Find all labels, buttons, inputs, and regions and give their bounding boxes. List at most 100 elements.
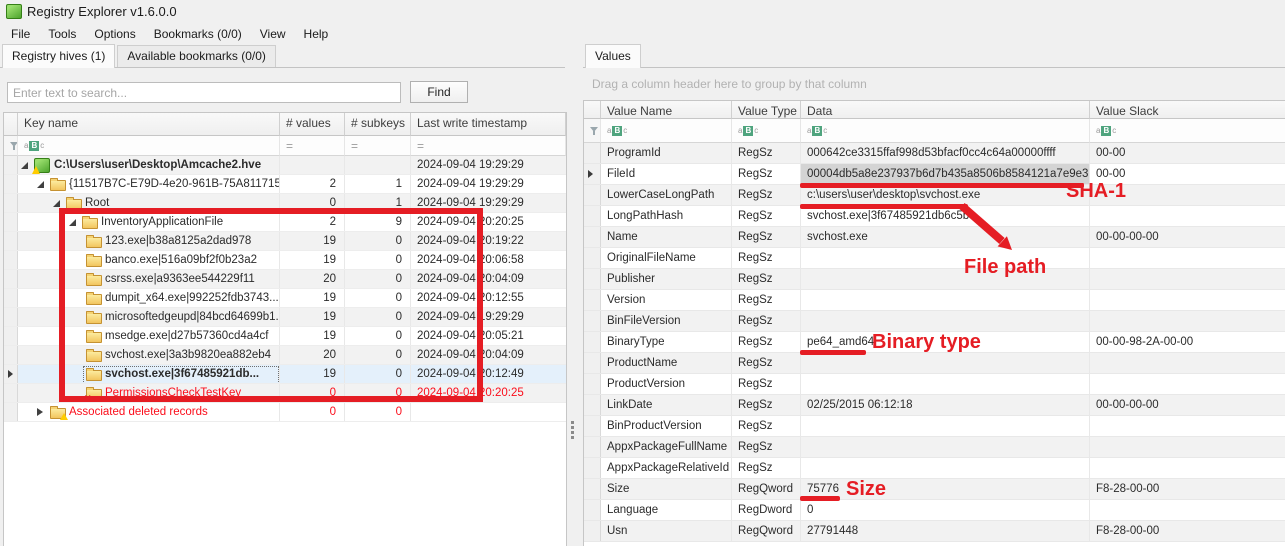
column-header[interactable]: Value Name [601,101,732,119]
data-cell[interactable] [801,269,1090,289]
value-type-cell[interactable]: RegSz [732,164,801,184]
table-row[interactable]: BinProductVersionRegSz [584,416,1285,437]
column-header[interactable]: Value Type [732,101,801,119]
text-filter-icon[interactable]: aBc [738,126,758,136]
group-by-bar[interactable]: Drag a column header here to group by th… [583,68,1285,100]
value-slack-cell[interactable]: F8-28-00-00 [1090,479,1285,499]
data-cell[interactable] [801,290,1090,310]
data-cell[interactable]: svchost.exe|3f67485921db6c5b [801,206,1090,226]
value-slack-cell[interactable] [1090,290,1285,310]
table-row[interactable]: AppxPackageFullNameRegSz [584,437,1285,458]
value-name-cell[interactable]: Usn [601,521,732,541]
table-row[interactable]: FileIdRegSz00004db5a8e237937b6d7b435a850… [584,164,1285,185]
value-slack-cell[interactable] [1090,248,1285,268]
value-name-cell[interactable]: OriginalFileName [601,248,732,268]
data-cell[interactable]: 000642ce3315ffaf998d53bfacf0cc4c64a00000… [801,143,1090,163]
menu-item-file[interactable]: File [2,24,39,44]
value-slack-cell[interactable]: 00-00-98-2A-00-00 [1090,332,1285,352]
menu-item-bookmarks[interactable]: Bookmarks (0/0) [145,24,251,44]
last-write-cell[interactable] [411,403,566,421]
text-filter-icon[interactable]: aBc [1096,126,1116,136]
table-row[interactable]: UsnRegQword27791448F8-28-00-00 [584,521,1285,542]
value-type-cell[interactable]: RegDword [732,500,801,520]
expander-icon[interactable] [37,408,43,416]
value-slack-cell[interactable]: 00-00-00-00 [1090,227,1285,247]
equals-filter-icon[interactable]: = [417,139,424,153]
data-cell[interactable] [801,437,1090,457]
menu-item-help[interactable]: Help [295,24,338,44]
table-row[interactable]: ProgramIdRegSz000642ce3315ffaf998d53bfac… [584,143,1285,164]
tree-row[interactable]: {11517B7C-E79D-4e20-961B-75A811715...212… [4,175,566,194]
value-name-cell[interactable]: AppxPackageRelativeId [601,458,732,478]
data-cell[interactable]: 02/25/2015 06:12:18 [801,395,1090,415]
value-name-cell[interactable]: Language [601,500,732,520]
text-filter-icon[interactable]: aBc [807,126,827,136]
filter-cell[interactable]: = [345,136,411,156]
data-cell[interactable] [801,374,1090,394]
num-values-cell[interactable]: 2 [280,175,345,193]
num-values-cell[interactable] [280,156,345,174]
last-write-cell[interactable]: 2024-09-04 19:29:29 [411,175,566,193]
num-subkeys-cell[interactable] [345,156,411,174]
key-name-cell[interactable]: C:\Users\user\Desktop\Amcache2.hve [18,156,280,174]
tree-row[interactable]: C:\Users\user\Desktop\Amcache2.hve2024-0… [4,156,566,175]
column-header[interactable]: # subkeys [345,113,411,136]
value-name-cell[interactable]: ProductName [601,353,732,373]
table-row[interactable]: PublisherRegSz [584,269,1285,290]
value-name-cell[interactable]: Size [601,479,732,499]
value-type-cell[interactable]: RegSz [732,206,801,226]
value-type-cell[interactable]: RegQword [732,479,801,499]
value-type-cell[interactable]: RegSz [732,185,801,205]
equals-filter-icon[interactable]: = [351,139,358,153]
num-subkeys-cell[interactable]: 0 [345,403,411,421]
tab-values[interactable]: Values [585,44,641,68]
column-header[interactable]: Data [801,101,1090,119]
filter-cell[interactable]: = [280,136,345,156]
value-type-cell[interactable]: RegSz [732,437,801,457]
value-name-cell[interactable]: FileId [601,164,732,184]
value-name-cell[interactable]: LinkDate [601,395,732,415]
column-header[interactable]: Value Slack [1090,101,1285,119]
data-cell[interactable]: 00004db5a8e237937b6d7b435a8506b8584121a7… [801,164,1090,184]
filter-cell[interactable]: aBc [601,119,732,143]
data-cell[interactable] [801,248,1090,268]
menu-item-options[interactable]: Options [85,24,144,44]
value-name-cell[interactable]: LongPathHash [601,206,732,226]
value-type-cell[interactable]: RegSz [732,248,801,268]
filter-cell[interactable]: = [411,136,566,156]
filter-cell[interactable]: aBc [1090,119,1285,143]
value-type-cell[interactable]: RegSz [732,395,801,415]
data-cell[interactable]: 75776 [801,479,1090,499]
text-filter-icon[interactable]: aBc [24,141,44,151]
text-filter-icon[interactable]: aBc [607,126,627,136]
value-slack-cell[interactable] [1090,311,1285,331]
tree-row[interactable]: Associated deleted records00 [4,403,566,422]
table-row[interactable]: AppxPackageRelativeIdRegSz [584,458,1285,479]
value-slack-cell[interactable] [1090,269,1285,289]
value-slack-cell[interactable] [1090,416,1285,436]
value-name-cell[interactable]: ProductVersion [601,374,732,394]
expander-icon[interactable] [37,181,44,188]
table-row[interactable]: LowerCaseLongPathRegSzc:\users\user\desk… [584,185,1285,206]
value-name-cell[interactable]: Name [601,227,732,247]
expander-icon[interactable] [21,162,28,169]
funnel-icon[interactable] [10,141,17,151]
num-subkeys-cell[interactable]: 1 [345,175,411,193]
value-slack-cell[interactable] [1090,437,1285,457]
column-header[interactable]: # values [280,113,345,136]
data-cell[interactable] [801,311,1090,331]
value-type-cell[interactable]: RegSz [732,353,801,373]
column-header[interactable]: Key name [18,113,280,136]
filter-corner-cell[interactable] [4,136,18,156]
data-cell[interactable]: c:\users\user\desktop\svchost.exe [801,185,1090,205]
key-name-cell[interactable]: {11517B7C-E79D-4e20-961B-75A811715... [18,175,280,193]
value-name-cell[interactable]: ProgramId [601,143,732,163]
value-name-cell[interactable]: Publisher [601,269,732,289]
value-slack-cell[interactable]: 00-00-00-00 [1090,395,1285,415]
data-cell[interactable] [801,458,1090,478]
tab-available-bookmarks[interactable]: Available bookmarks (0/0) [117,45,276,67]
search-input[interactable] [7,82,401,103]
filter-cell[interactable]: aBc [801,119,1090,143]
value-slack-cell[interactable]: F8-28-00-00 [1090,521,1285,541]
data-cell[interactable] [801,416,1090,436]
